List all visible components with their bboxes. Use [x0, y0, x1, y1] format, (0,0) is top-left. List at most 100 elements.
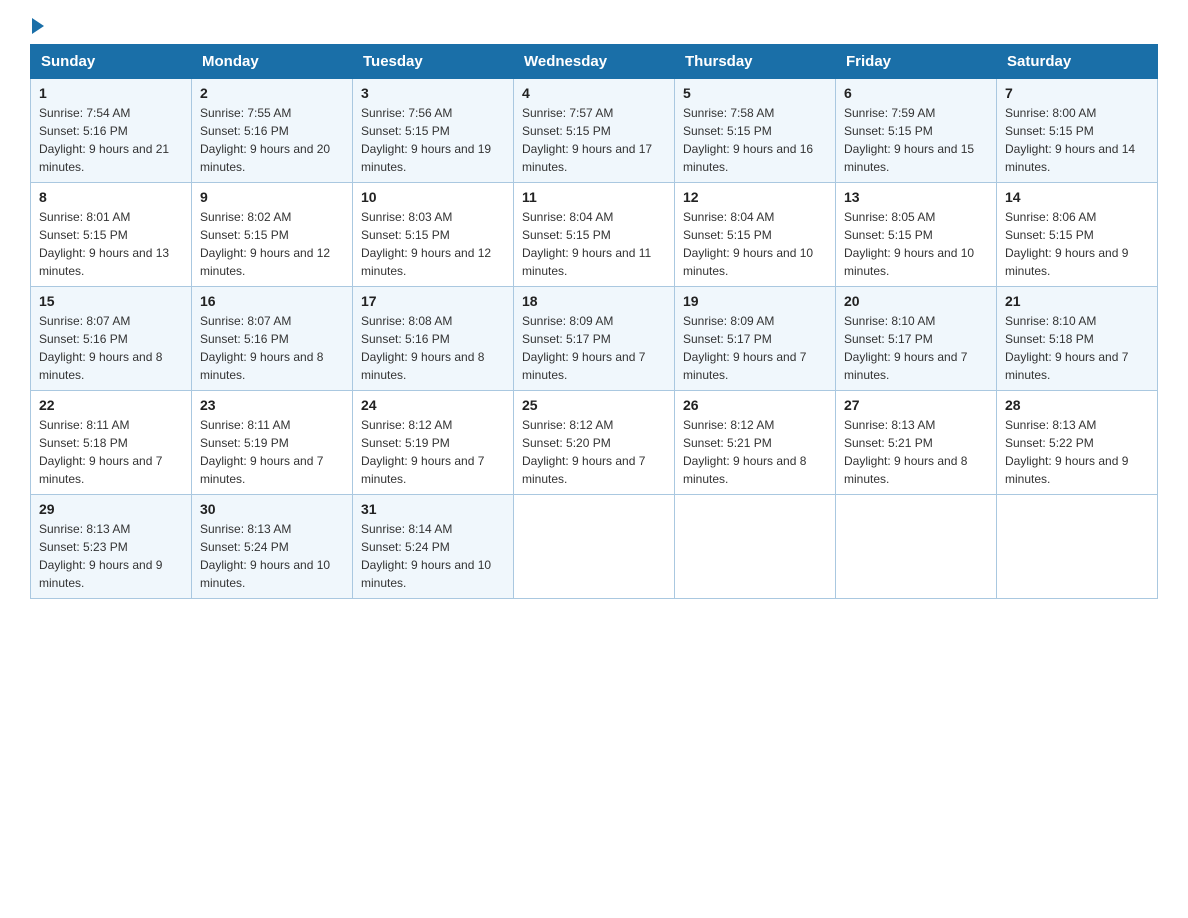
calendar-cell — [836, 495, 997, 599]
calendar-cell: 6 Sunrise: 7:59 AMSunset: 5:15 PMDayligh… — [836, 79, 997, 183]
calendar-cell: 22 Sunrise: 8:11 AMSunset: 5:18 PMDaylig… — [31, 391, 192, 495]
day-number: 31 — [361, 501, 505, 517]
calendar-cell — [675, 495, 836, 599]
day-info: Sunrise: 8:12 AMSunset: 5:20 PMDaylight:… — [522, 418, 645, 486]
day-info: Sunrise: 8:02 AMSunset: 5:15 PMDaylight:… — [200, 210, 330, 278]
day-number: 13 — [844, 189, 988, 205]
day-number: 18 — [522, 293, 666, 309]
day-number: 30 — [200, 501, 344, 517]
calendar-week-row: 15 Sunrise: 8:07 AMSunset: 5:16 PMDaylig… — [31, 287, 1158, 391]
day-number: 20 — [844, 293, 988, 309]
column-header-thursday: Thursday — [675, 45, 836, 79]
calendar-cell: 14 Sunrise: 8:06 AMSunset: 5:15 PMDaylig… — [997, 183, 1158, 287]
day-info: Sunrise: 8:13 AMSunset: 5:21 PMDaylight:… — [844, 418, 967, 486]
calendar-table: SundayMondayTuesdayWednesdayThursdayFrid… — [30, 44, 1158, 599]
day-info: Sunrise: 8:13 AMSunset: 5:24 PMDaylight:… — [200, 522, 330, 590]
column-header-saturday: Saturday — [997, 45, 1158, 79]
column-header-sunday: Sunday — [31, 45, 192, 79]
calendar-cell: 9 Sunrise: 8:02 AMSunset: 5:15 PMDayligh… — [192, 183, 353, 287]
calendar-cell: 7 Sunrise: 8:00 AMSunset: 5:15 PMDayligh… — [997, 79, 1158, 183]
day-number: 12 — [683, 189, 827, 205]
calendar-cell — [514, 495, 675, 599]
day-number: 1 — [39, 85, 183, 101]
day-number: 10 — [361, 189, 505, 205]
day-info: Sunrise: 8:10 AMSunset: 5:18 PMDaylight:… — [1005, 314, 1128, 382]
calendar-cell: 5 Sunrise: 7:58 AMSunset: 5:15 PMDayligh… — [675, 79, 836, 183]
calendar-cell: 26 Sunrise: 8:12 AMSunset: 5:21 PMDaylig… — [675, 391, 836, 495]
calendar-cell: 8 Sunrise: 8:01 AMSunset: 5:15 PMDayligh… — [31, 183, 192, 287]
logo-arrow-icon — [32, 18, 44, 34]
calendar-cell: 11 Sunrise: 8:04 AMSunset: 5:15 PMDaylig… — [514, 183, 675, 287]
calendar-cell: 27 Sunrise: 8:13 AMSunset: 5:21 PMDaylig… — [836, 391, 997, 495]
calendar-week-row: 22 Sunrise: 8:11 AMSunset: 5:18 PMDaylig… — [31, 391, 1158, 495]
day-number: 3 — [361, 85, 505, 101]
calendar-cell: 1 Sunrise: 7:54 AMSunset: 5:16 PMDayligh… — [31, 79, 192, 183]
day-number: 26 — [683, 397, 827, 413]
day-info: Sunrise: 8:12 AMSunset: 5:19 PMDaylight:… — [361, 418, 484, 486]
calendar-cell: 31 Sunrise: 8:14 AMSunset: 5:24 PMDaylig… — [353, 495, 514, 599]
calendar-cell: 28 Sunrise: 8:13 AMSunset: 5:22 PMDaylig… — [997, 391, 1158, 495]
day-info: Sunrise: 8:01 AMSunset: 5:15 PMDaylight:… — [39, 210, 169, 278]
day-number: 28 — [1005, 397, 1149, 413]
calendar-cell: 10 Sunrise: 8:03 AMSunset: 5:15 PMDaylig… — [353, 183, 514, 287]
calendar-cell: 12 Sunrise: 8:04 AMSunset: 5:15 PMDaylig… — [675, 183, 836, 287]
day-info: Sunrise: 8:13 AMSunset: 5:23 PMDaylight:… — [39, 522, 162, 590]
column-header-tuesday: Tuesday — [353, 45, 514, 79]
calendar-cell: 30 Sunrise: 8:13 AMSunset: 5:24 PMDaylig… — [192, 495, 353, 599]
day-info: Sunrise: 7:54 AMSunset: 5:16 PMDaylight:… — [39, 106, 169, 174]
calendar-header-row: SundayMondayTuesdayWednesdayThursdayFrid… — [31, 45, 1158, 79]
calendar-cell: 2 Sunrise: 7:55 AMSunset: 5:16 PMDayligh… — [192, 79, 353, 183]
column-header-friday: Friday — [836, 45, 997, 79]
day-info: Sunrise: 8:12 AMSunset: 5:21 PMDaylight:… — [683, 418, 806, 486]
calendar-cell: 3 Sunrise: 7:56 AMSunset: 5:15 PMDayligh… — [353, 79, 514, 183]
day-info: Sunrise: 8:04 AMSunset: 5:15 PMDaylight:… — [683, 210, 813, 278]
calendar-cell: 29 Sunrise: 8:13 AMSunset: 5:23 PMDaylig… — [31, 495, 192, 599]
day-info: Sunrise: 8:09 AMSunset: 5:17 PMDaylight:… — [522, 314, 645, 382]
day-number: 7 — [1005, 85, 1149, 101]
calendar-cell: 16 Sunrise: 8:07 AMSunset: 5:16 PMDaylig… — [192, 287, 353, 391]
page-header — [30, 20, 1158, 34]
day-number: 21 — [1005, 293, 1149, 309]
calendar-week-row: 1 Sunrise: 7:54 AMSunset: 5:16 PMDayligh… — [31, 79, 1158, 183]
day-number: 8 — [39, 189, 183, 205]
calendar-week-row: 29 Sunrise: 8:13 AMSunset: 5:23 PMDaylig… — [31, 495, 1158, 599]
day-number: 5 — [683, 85, 827, 101]
calendar-cell: 17 Sunrise: 8:08 AMSunset: 5:16 PMDaylig… — [353, 287, 514, 391]
day-info: Sunrise: 8:13 AMSunset: 5:22 PMDaylight:… — [1005, 418, 1128, 486]
day-info: Sunrise: 8:05 AMSunset: 5:15 PMDaylight:… — [844, 210, 974, 278]
calendar-cell: 15 Sunrise: 8:07 AMSunset: 5:16 PMDaylig… — [31, 287, 192, 391]
day-number: 17 — [361, 293, 505, 309]
day-info: Sunrise: 8:11 AMSunset: 5:18 PMDaylight:… — [39, 418, 162, 486]
calendar-cell: 4 Sunrise: 7:57 AMSunset: 5:15 PMDayligh… — [514, 79, 675, 183]
day-number: 24 — [361, 397, 505, 413]
day-number: 27 — [844, 397, 988, 413]
day-number: 11 — [522, 189, 666, 205]
day-info: Sunrise: 7:57 AMSunset: 5:15 PMDaylight:… — [522, 106, 652, 174]
day-info: Sunrise: 8:06 AMSunset: 5:15 PMDaylight:… — [1005, 210, 1128, 278]
day-number: 6 — [844, 85, 988, 101]
day-number: 22 — [39, 397, 183, 413]
column-header-wednesday: Wednesday — [514, 45, 675, 79]
day-info: Sunrise: 8:03 AMSunset: 5:15 PMDaylight:… — [361, 210, 491, 278]
column-header-monday: Monday — [192, 45, 353, 79]
day-number: 4 — [522, 85, 666, 101]
calendar-cell: 19 Sunrise: 8:09 AMSunset: 5:17 PMDaylig… — [675, 287, 836, 391]
day-info: Sunrise: 7:56 AMSunset: 5:15 PMDaylight:… — [361, 106, 491, 174]
day-number: 23 — [200, 397, 344, 413]
day-info: Sunrise: 8:09 AMSunset: 5:17 PMDaylight:… — [683, 314, 806, 382]
calendar-cell: 18 Sunrise: 8:09 AMSunset: 5:17 PMDaylig… — [514, 287, 675, 391]
day-number: 9 — [200, 189, 344, 205]
day-info: Sunrise: 8:11 AMSunset: 5:19 PMDaylight:… — [200, 418, 323, 486]
calendar-cell: 24 Sunrise: 8:12 AMSunset: 5:19 PMDaylig… — [353, 391, 514, 495]
day-number: 19 — [683, 293, 827, 309]
day-info: Sunrise: 8:08 AMSunset: 5:16 PMDaylight:… — [361, 314, 484, 382]
calendar-cell: 23 Sunrise: 8:11 AMSunset: 5:19 PMDaylig… — [192, 391, 353, 495]
day-info: Sunrise: 7:55 AMSunset: 5:16 PMDaylight:… — [200, 106, 330, 174]
calendar-cell — [997, 495, 1158, 599]
day-number: 25 — [522, 397, 666, 413]
calendar-cell: 20 Sunrise: 8:10 AMSunset: 5:17 PMDaylig… — [836, 287, 997, 391]
calendar-cell: 21 Sunrise: 8:10 AMSunset: 5:18 PMDaylig… — [997, 287, 1158, 391]
day-number: 15 — [39, 293, 183, 309]
day-number: 16 — [200, 293, 344, 309]
day-info: Sunrise: 8:04 AMSunset: 5:15 PMDaylight:… — [522, 210, 651, 278]
